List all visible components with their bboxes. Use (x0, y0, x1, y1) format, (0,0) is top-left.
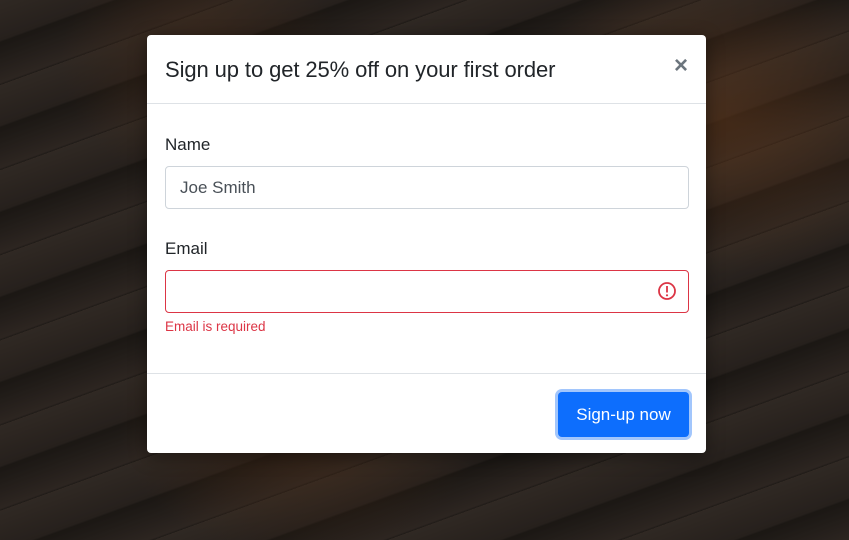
email-label: Email (165, 239, 208, 258)
error-circle-icon (658, 282, 676, 300)
email-error-message: Email is required (165, 319, 266, 334)
name-input[interactable] (165, 166, 689, 209)
signup-modal: Sign up to get 25% off on your first ord… (147, 35, 706, 453)
modal-title: Sign up to get 25% off on your first ord… (165, 57, 556, 82)
modal-header: Sign up to get 25% off on your first ord… (147, 35, 706, 104)
close-button[interactable]: × (668, 53, 694, 79)
signup-button[interactable]: Sign-up now (558, 392, 689, 437)
name-label: Name (165, 135, 211, 154)
close-icon: × (673, 52, 688, 79)
modal-body: Name Email Email is required (147, 105, 706, 373)
modal-footer: Sign-up now (147, 373, 706, 453)
email-input[interactable] (165, 270, 689, 313)
